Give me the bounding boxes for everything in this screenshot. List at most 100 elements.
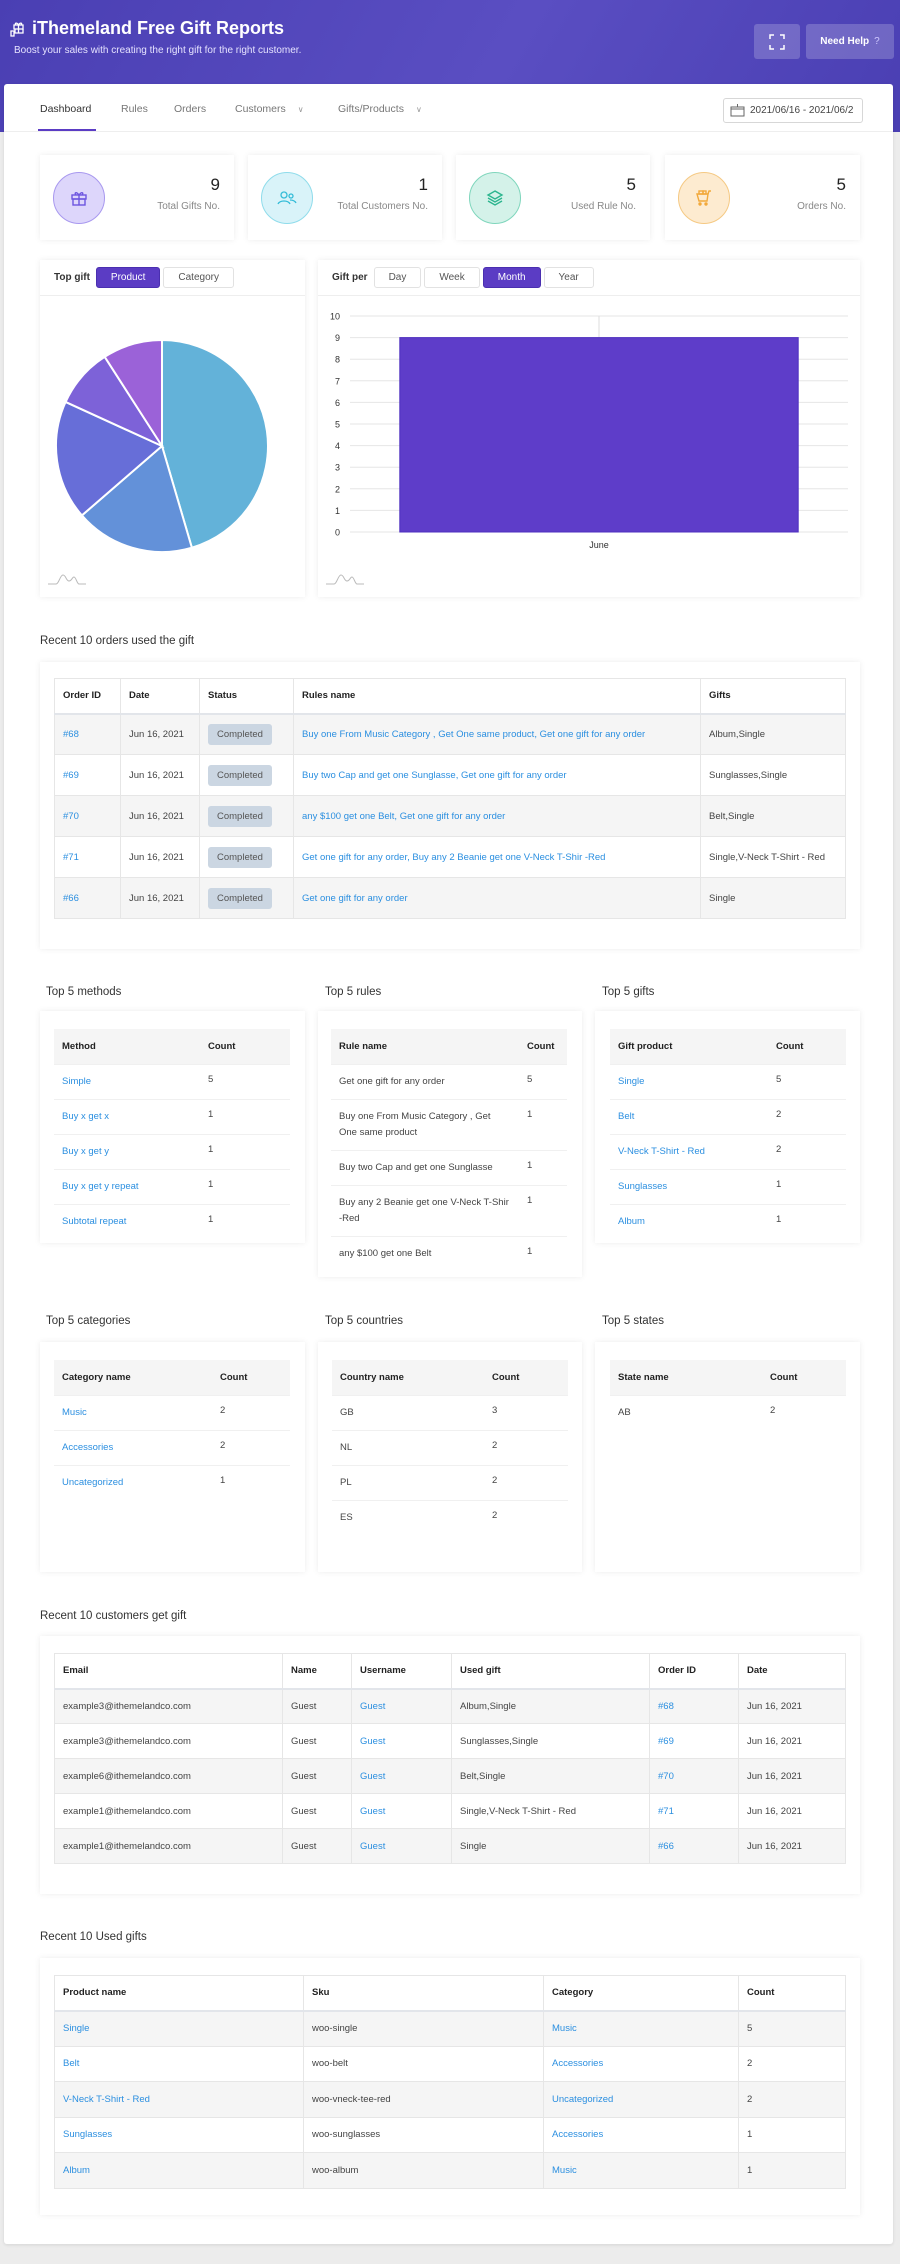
item-link[interactable]: Accessories [62, 1442, 113, 1453]
order-id-link[interactable]: #71 [63, 852, 79, 863]
customer-username-link[interactable]: Guest [360, 1736, 385, 1747]
y-tick-label: 4 [335, 441, 340, 451]
y-tick-label: 2 [335, 484, 340, 494]
need-help-button[interactable]: Need Help ? [806, 24, 894, 59]
product-category-link[interactable]: Uncategorized [552, 2094, 613, 2105]
customer-username-link[interactable]: Guest [360, 1841, 385, 1852]
product-name-link[interactable]: Single [63, 2023, 89, 2034]
customer-name: Guest [291, 1841, 316, 1852]
product-category-link[interactable]: Accessories [552, 2129, 603, 2140]
status-badge: Completed [208, 847, 272, 868]
col-product-name: Product name [55, 1976, 304, 2011]
item-name: Get one gift for any order [339, 1076, 445, 1087]
customer-order-id-cell: #66 [650, 1829, 739, 1864]
status-badge: Completed [208, 888, 272, 909]
item-link[interactable]: Single [618, 1076, 644, 1087]
month-toggle-button[interactable]: Month [483, 267, 541, 288]
y-tick-label: 1 [335, 506, 340, 516]
tab-customers[interactable]: Customers∨ [235, 103, 304, 115]
fullscreen-button[interactable] [754, 24, 800, 59]
top-countries-title: Top 5 countries [325, 1315, 403, 1327]
tab-orders[interactable]: Orders [174, 103, 206, 115]
order-date: Jun 16, 2021 [121, 796, 200, 837]
item-link[interactable]: Belt [618, 1111, 634, 1122]
product-category-link[interactable]: Music [552, 2023, 577, 2034]
customer-order-id-link[interactable]: #70 [658, 1771, 674, 1782]
customer-username-link[interactable]: Guest [360, 1771, 385, 1782]
customer-order-id-link[interactable]: #71 [658, 1806, 674, 1817]
y-tick-label: 9 [335, 333, 340, 343]
y-tick-label: 5 [335, 420, 340, 430]
customer-order-id-link[interactable]: #69 [658, 1736, 674, 1747]
order-id-link[interactable]: #70 [63, 811, 79, 822]
col-count: Count [739, 1976, 846, 2011]
customer-username-cell: Guest [352, 1724, 452, 1759]
chart-watermark-icon [326, 573, 364, 585]
order-id-link[interactable]: #66 [63, 893, 79, 904]
top-gift-title: Top gift [54, 272, 90, 283]
product-name-link[interactable]: Album [63, 2165, 90, 2176]
item-link[interactable]: Buy x get x [62, 1111, 109, 1122]
order-rules-cell: Get one gift for any order [294, 878, 701, 919]
date-range-picker[interactable]: 2021/06/16 - 2021/06/2 [723, 98, 863, 123]
top-states-table: State nameCountAB2 [610, 1360, 846, 1430]
item-link[interactable]: Uncategorized [62, 1477, 123, 1488]
tab-gifts-products[interactable]: Gifts/Products∨ [338, 103, 422, 115]
order-id-link[interactable]: #69 [63, 770, 79, 781]
item-link[interactable]: Music [62, 1407, 87, 1418]
customer-email: example1@ithemelandco.com [63, 1841, 191, 1852]
rules-link[interactable]: Get one gift for any order [302, 893, 408, 904]
customer-username-link[interactable]: Guest [360, 1806, 385, 1817]
day-toggle-button[interactable]: Day [374, 267, 422, 288]
item-link[interactable]: Subtotal repeat [62, 1216, 126, 1227]
item-link[interactable]: Sunglasses [618, 1181, 667, 1192]
week-toggle-button[interactable]: Week [424, 267, 479, 288]
order-date: Jun 16, 2021 [121, 755, 200, 796]
list-item: Simple5 [54, 1064, 290, 1099]
tab-dashboard[interactable]: Dashboard [40, 103, 91, 115]
item-name-cell: Sunglasses [610, 1169, 768, 1204]
header-row: Rule nameCount [331, 1029, 567, 1064]
col-category: Category [544, 1976, 739, 2011]
customer-email-cell: example6@ithemelandco.com [55, 1759, 283, 1794]
col-sku: Sku [304, 1976, 544, 2011]
col-count: Count [762, 1360, 846, 1395]
year-toggle-button[interactable]: Year [544, 267, 594, 288]
order-row: #66Jun 16, 2021CompletedGet one gift for… [55, 878, 846, 919]
rules-link[interactable]: any $100 get one Belt, Get one gift for … [302, 811, 505, 822]
recent-customers-table: Email Name Username Used gift Order ID D… [54, 1653, 846, 1864]
order-id-link[interactable]: #68 [63, 729, 79, 740]
list-item: AB2 [610, 1395, 846, 1430]
nav-tabs: Dashboard Rules Orders Customers∨ Gifts/… [4, 84, 893, 132]
item-count: 1 [200, 1169, 290, 1204]
col-name: Method [54, 1029, 200, 1064]
rules-link[interactable]: Get one gift for any order, Buy any 2 Be… [302, 852, 605, 863]
item-link[interactable]: Buy x get y repeat [62, 1181, 139, 1192]
customer-username-link[interactable]: Guest [360, 1701, 385, 1712]
customer-order-id-link[interactable]: #68 [658, 1701, 674, 1712]
customer-name: Guest [291, 1736, 316, 1747]
product-category-link[interactable]: Accessories [552, 2058, 603, 2069]
rules-link[interactable]: Buy one From Music Category , Get One sa… [302, 729, 645, 740]
product-name-link[interactable]: Sunglasses [63, 2129, 112, 2140]
product-category-link[interactable]: Music [552, 2165, 577, 2176]
product-name-link[interactable]: Belt [63, 2058, 79, 2069]
y-tick-label: 6 [335, 398, 340, 408]
rules-link[interactable]: Buy two Cap and get one Sunglasse, Get o… [302, 770, 567, 781]
customer-used-gift: Album,Single [460, 1701, 516, 1712]
customer-order-id-link[interactable]: #66 [658, 1841, 674, 1852]
item-link[interactable]: Buy x get y [62, 1146, 109, 1157]
item-link[interactable]: V-Neck T-Shirt - Red [618, 1146, 705, 1157]
gift-per-title: Gift per [332, 272, 368, 283]
item-count: 2 [212, 1395, 290, 1430]
product-toggle-button[interactable]: Product [96, 267, 160, 288]
tab-rules[interactable]: Rules [121, 103, 148, 115]
col-name: Name [283, 1654, 352, 1689]
item-link[interactable]: Simple [62, 1076, 91, 1087]
category-toggle-button[interactable]: Category [163, 267, 234, 288]
calendar-icon [730, 104, 745, 117]
customer-used-gift-cell: Single [452, 1829, 650, 1864]
product-name-link[interactable]: V-Neck T-Shirt - Red [63, 2094, 150, 2105]
item-link[interactable]: Album [618, 1216, 645, 1227]
stat-value: 1 [419, 175, 428, 195]
